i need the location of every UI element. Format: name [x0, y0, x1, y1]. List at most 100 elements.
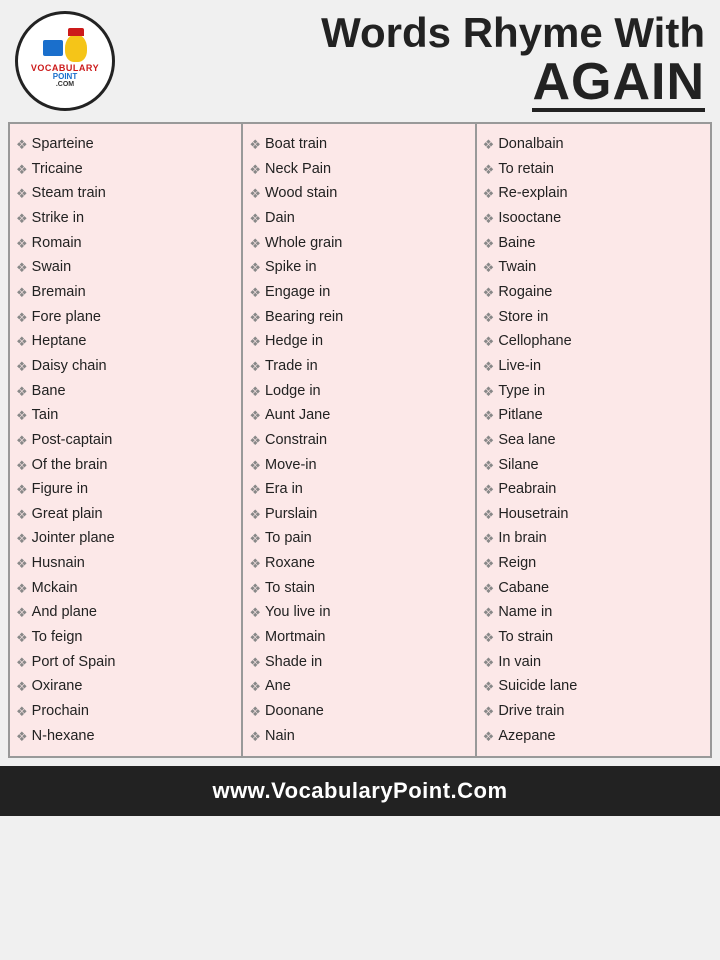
- list-item: ❖Strike in: [16, 206, 235, 231]
- diamond-icon: ❖: [249, 479, 261, 501]
- word-text: To strain: [498, 625, 553, 650]
- diamond-icon: ❖: [16, 676, 28, 698]
- diamond-icon: ❖: [483, 676, 495, 698]
- word-text: Nain: [265, 724, 295, 749]
- diamond-icon: ❖: [16, 159, 28, 181]
- word-text: To feign: [32, 625, 83, 650]
- word-text: Silane: [498, 453, 538, 478]
- word-text: Post-captain: [32, 428, 113, 453]
- diamond-icon: ❖: [16, 652, 28, 674]
- diamond-icon: ❖: [483, 528, 495, 550]
- list-item: ❖Donalbain: [483, 132, 704, 157]
- diamond-icon: ❖: [249, 282, 261, 304]
- word-text: Doonane: [265, 699, 324, 724]
- list-item: ❖Bremain: [16, 280, 235, 305]
- list-item: ❖To strain: [483, 625, 704, 650]
- diamond-icon: ❖: [483, 183, 495, 205]
- list-item: ❖Steam train: [16, 181, 235, 206]
- list-item: ❖To pain: [249, 526, 468, 551]
- list-item: ❖Move-in: [249, 453, 468, 478]
- diamond-icon: ❖: [249, 602, 261, 624]
- diamond-icon: ❖: [16, 602, 28, 624]
- list-item: ❖Name in: [483, 600, 704, 625]
- list-item: ❖Silane: [483, 453, 704, 478]
- diamond-icon: ❖: [483, 405, 495, 427]
- word-text: In vain: [498, 650, 541, 675]
- list-item: ❖Live-in: [483, 354, 704, 379]
- word-text: Peabrain: [498, 477, 556, 502]
- diamond-icon: ❖: [249, 676, 261, 698]
- diamond-icon: ❖: [16, 430, 28, 452]
- word-text: Tricaine: [32, 157, 83, 182]
- diamond-icon: ❖: [16, 553, 28, 575]
- word-text: Ane: [265, 674, 291, 699]
- list-item: ❖Romain: [16, 231, 235, 256]
- diamond-icon: ❖: [483, 381, 495, 403]
- word-text: Re-explain: [498, 181, 567, 206]
- word-text: Donalbain: [498, 132, 563, 157]
- list-item: ❖Cellophane: [483, 329, 704, 354]
- list-item: ❖To stain: [249, 576, 468, 601]
- word-text: Housetrain: [498, 502, 568, 527]
- list-item: ❖Cabane: [483, 576, 704, 601]
- logo-point-text: POINT: [53, 73, 77, 81]
- diamond-icon: ❖: [249, 208, 261, 230]
- word-text: Name in: [498, 600, 552, 625]
- list-item: ❖Twain: [483, 255, 704, 280]
- diamond-icon: ❖: [483, 701, 495, 723]
- list-item: ❖Husnain: [16, 551, 235, 576]
- word-text: Shade in: [265, 650, 322, 675]
- word-text: Sparteine: [32, 132, 94, 157]
- list-item: ❖Isooctane: [483, 206, 704, 231]
- word-text: Jointer plane: [32, 526, 115, 551]
- word-text: Store in: [498, 305, 548, 330]
- word-text: Dain: [265, 206, 295, 231]
- title-line1: Words Rhyme With: [321, 10, 705, 56]
- word-text: Constrain: [265, 428, 327, 453]
- word-text: Cellophane: [498, 329, 571, 354]
- list-item: ❖Spike in: [249, 255, 468, 280]
- word-text: Neck Pain: [265, 157, 331, 182]
- diamond-icon: ❖: [483, 479, 495, 501]
- diamond-icon: ❖: [16, 208, 28, 230]
- list-item: ❖Prochain: [16, 699, 235, 724]
- list-item: ❖Daisy chain: [16, 354, 235, 379]
- list-item: ❖Bearing rein: [249, 305, 468, 330]
- word-text: Prochain: [32, 699, 89, 724]
- word-text: Live-in: [498, 354, 541, 379]
- list-item: ❖Type in: [483, 379, 704, 404]
- list-item: ❖Store in: [483, 305, 704, 330]
- diamond-icon: ❖: [16, 578, 28, 600]
- diamond-icon: ❖: [249, 159, 261, 181]
- diamond-icon: ❖: [249, 307, 261, 329]
- diamond-icon: ❖: [16, 257, 28, 279]
- word-text: Aunt Jane: [265, 403, 330, 428]
- list-item: ❖In brain: [483, 526, 704, 551]
- list-item: ❖Dain: [249, 206, 468, 231]
- list-item: ❖Wood stain: [249, 181, 468, 206]
- header: VOCABULARY POINT .COM Words Rhyme With A…: [0, 0, 720, 122]
- word-text: Husnain: [32, 551, 85, 576]
- diamond-icon: ❖: [483, 356, 495, 378]
- list-item: ❖Sea lane: [483, 428, 704, 453]
- list-item: ❖Boat train: [249, 132, 468, 157]
- list-item: ❖Swain: [16, 255, 235, 280]
- word-text: Type in: [498, 379, 545, 404]
- diamond-icon: ❖: [249, 430, 261, 452]
- list-item: ❖Roxane: [249, 551, 468, 576]
- word-text: Trade in: [265, 354, 318, 379]
- list-item: ❖Suicide lane: [483, 674, 704, 699]
- list-item: ❖Heptane: [16, 329, 235, 354]
- diamond-icon: ❖: [16, 504, 28, 526]
- diamond-icon: ❖: [16, 282, 28, 304]
- list-item: ❖Oxirane: [16, 674, 235, 699]
- word-text: Fore plane: [32, 305, 101, 330]
- diamond-icon: ❖: [16, 356, 28, 378]
- word-text: Whole grain: [265, 231, 342, 256]
- word-text: To pain: [265, 526, 312, 551]
- words-table: ❖Sparteine❖Tricaine❖Steam train❖Strike i…: [8, 122, 712, 758]
- diamond-icon: ❖: [483, 627, 495, 649]
- diamond-icon: ❖: [483, 233, 495, 255]
- list-item: ❖Bane: [16, 379, 235, 404]
- list-item: ❖Hedge in: [249, 329, 468, 354]
